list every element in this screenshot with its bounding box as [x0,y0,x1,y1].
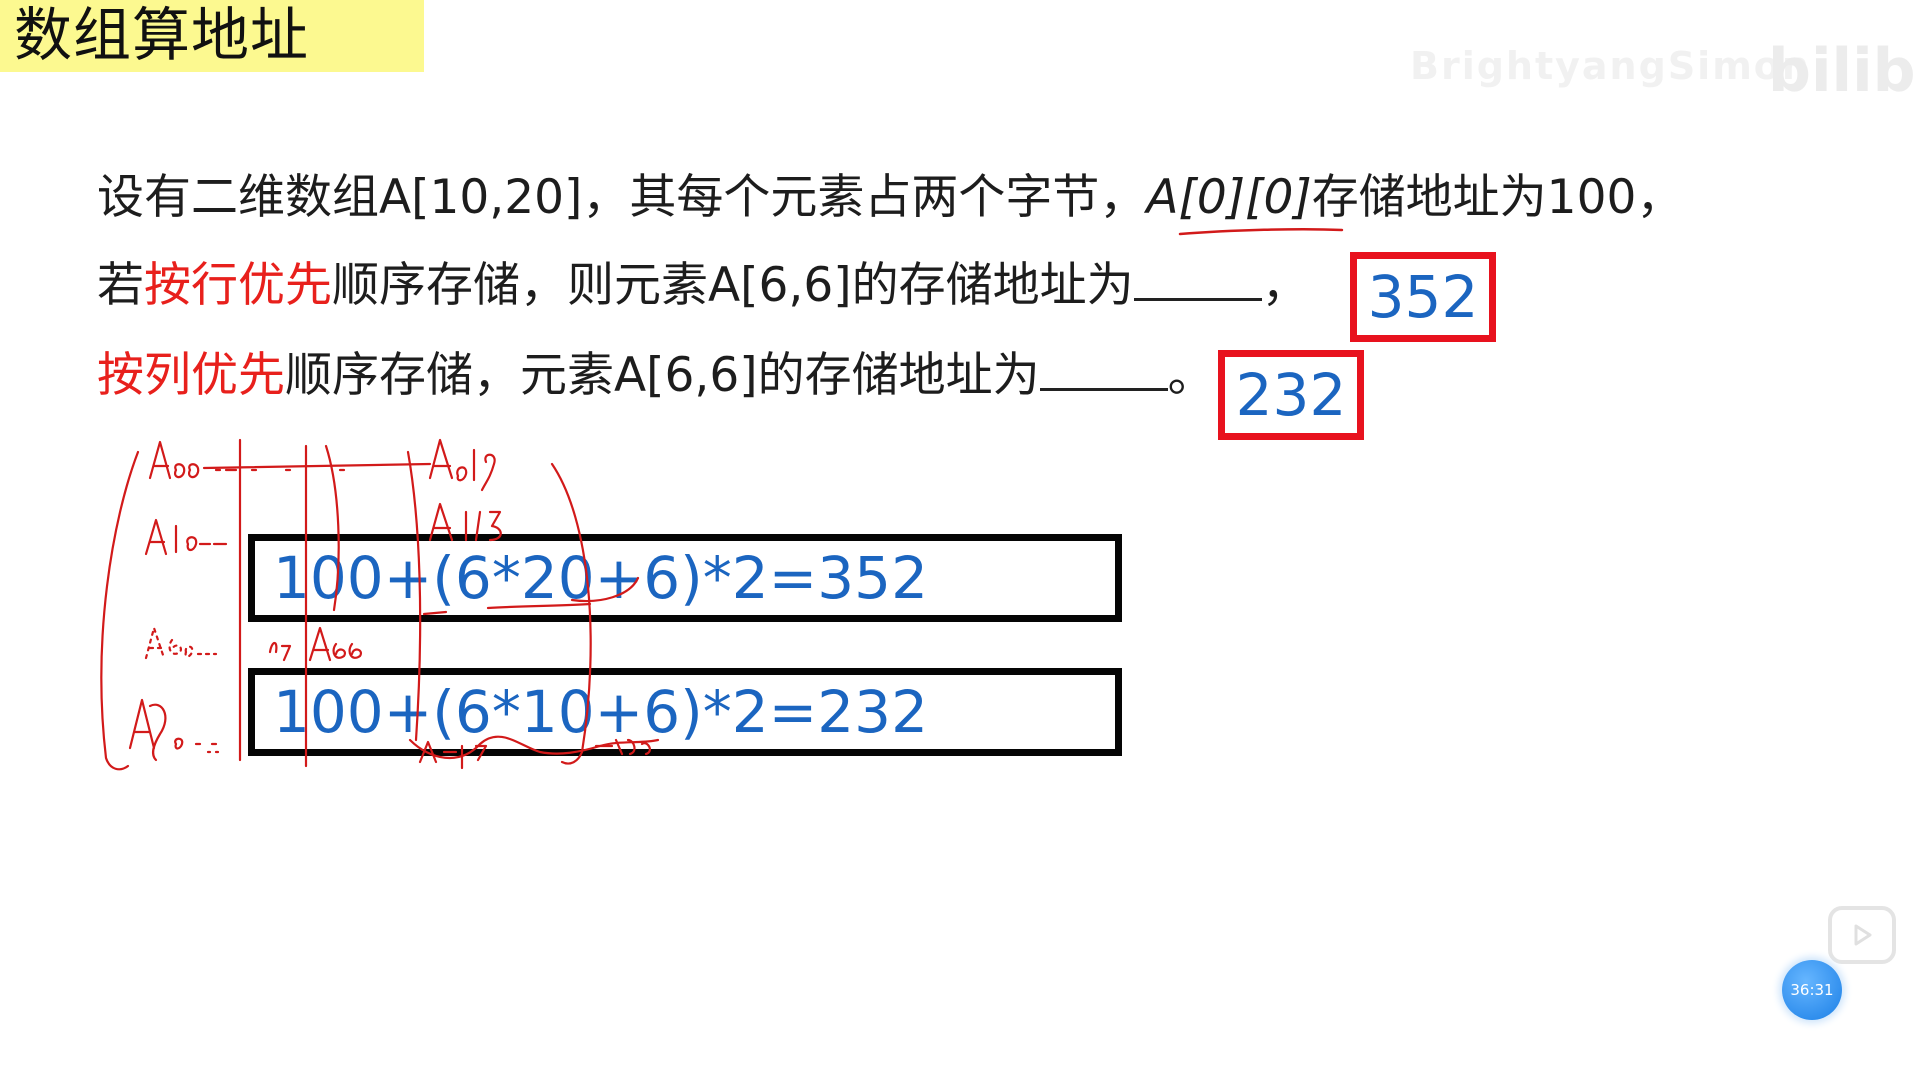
play-icon [1854,924,1872,946]
a60-label [144,626,218,660]
col-major-formula-box: 100+(6*10+6)*2=232 [248,668,1122,756]
base-address-ref: A[0][0] [1146,170,1312,225]
question-line-1-tail: 存储地址为100， [1311,170,1684,225]
answer-blank-1 [1133,258,1262,301]
top-row-line [202,462,432,470]
slide: 数组算地址 BrightyangSimon bilibili 设有二维数组A[1… [0,0,1920,1080]
ref-underline [1178,227,1344,236]
play-button[interactable] [1828,906,1896,964]
question-line-3: 按列优先顺序存储，元素A[6,6]的存储地址为 。 [97,346,1215,406]
question-line-1-text: 设有二维数组A[10,20]，其每个元素占两个字节， [97,170,1147,225]
row-major-formula: 100+(6*20+6)*2=352 [273,544,928,612]
question-line-2-pre: 若 [97,258,144,313]
question-line-3-end: 。 [1167,348,1215,403]
a90-label [128,698,218,762]
question-line-1: 设有二维数组A[10,20]，其每个元素占两个字节，A[0][0]存储地址为10… [97,168,1683,228]
timestamp-badge[interactable]: 36:31 [1782,960,1842,1020]
question-line-3-text: 顺序存储，元素A[6,6]的存储地址为 [285,348,1040,403]
a10-label [144,518,212,556]
question-line-2-end: ， [1261,258,1309,313]
a019-label [428,438,496,492]
row-major-answer-box: 352 [1350,252,1496,342]
row-major-formula-box: 100+(6*20+6)*2=352 [248,534,1122,622]
row-major-label: 按行优先 [144,258,332,313]
col-major-label: 按列优先 [97,348,285,403]
a66-label [268,626,362,662]
col-major-answer-box: 232 [1218,350,1364,440]
answer-blank-2 [1039,348,1168,391]
question-line-2: 若按行优先顺序存储，则元素A[6,6]的存储地址为 ， [97,256,1309,316]
question-line-2-text: 顺序存储，则元素A[6,6]的存储地址为 [332,258,1134,313]
matrix-left-bracket [100,450,140,771]
watermark-text: BrightyangSimon [1410,44,1811,88]
title-banner: 数组算地址 [0,0,424,72]
a00-label [148,440,200,480]
col-major-formula: 100+(6*10+6)*2=232 [273,678,928,746]
bilibili-logo: bilibili [1768,36,1920,106]
slide-title: 数组算地址 [14,1,310,69]
